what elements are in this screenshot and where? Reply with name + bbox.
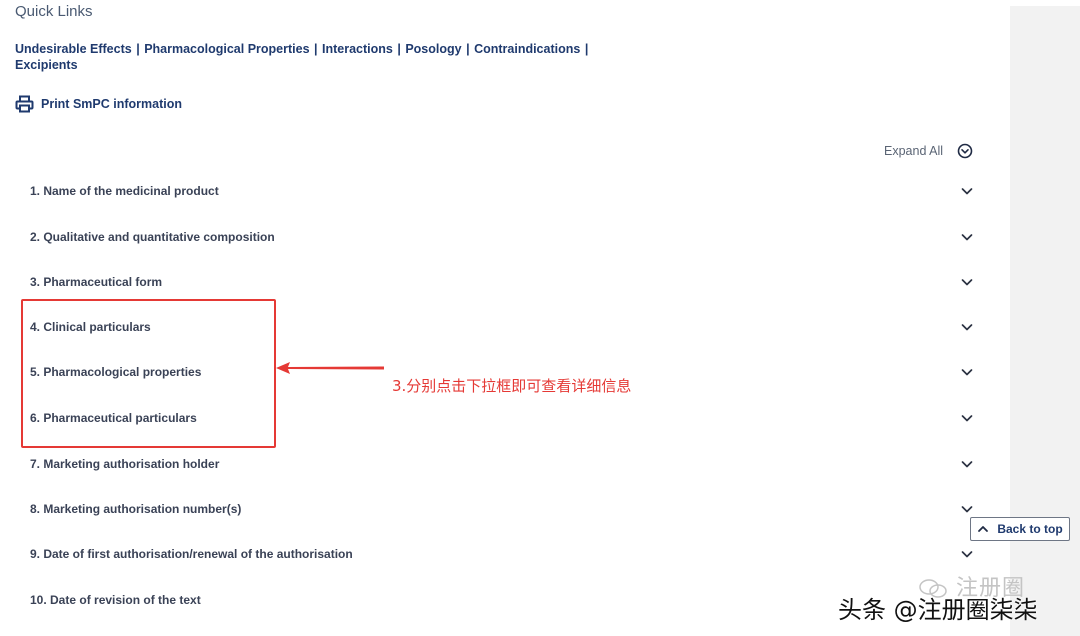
print-smpc-label: Print SmPC information (41, 97, 182, 111)
annotation-arrow-icon (276, 362, 384, 374)
section-label: 5. Pharmacological properties (30, 365, 202, 379)
section-label: 2. Qualitative and quantitative composit… (30, 230, 275, 244)
accordion-section-10[interactable]: 10. Date of revision of the text (30, 588, 975, 612)
quick-link-contraindications[interactable]: Contraindications (474, 42, 580, 56)
accordion-section-3[interactable]: 3. Pharmaceutical form (30, 270, 975, 294)
link-separator: | (314, 42, 318, 56)
right-side-panel (1010, 6, 1080, 636)
chevron-down-icon (961, 369, 973, 376)
print-smpc-button[interactable]: Print SmPC information (15, 95, 182, 113)
accordion-section-2[interactable]: 2. Qualitative and quantitative composit… (30, 225, 975, 249)
watermark-text: 头条 @注册圈柒柒 (838, 596, 1038, 624)
chevron-down-icon (961, 506, 973, 513)
link-separator: | (584, 42, 589, 56)
quick-link-pharmacological-properties[interactable]: Pharmacological Properties (144, 42, 309, 56)
accordion-section-6[interactable]: 6. Pharmaceutical particulars (30, 406, 975, 430)
accordion-section-1[interactable]: 1. Name of the medicinal product (30, 179, 975, 203)
link-separator: | (466, 42, 470, 56)
chevron-down-icon (961, 234, 973, 241)
section-label: 7. Marketing authorisation holder (30, 457, 220, 471)
expand-all-button[interactable]: Expand All (884, 143, 973, 159)
section-label: 3. Pharmaceutical form (30, 275, 163, 289)
quick-link-undesirable-effects[interactable]: Undesirable Effects (15, 42, 132, 56)
quick-links-list: Undesirable Effects | Pharmacological Pr… (15, 41, 590, 73)
chevron-up-icon (978, 526, 989, 532)
chevron-down-icon (961, 415, 973, 422)
section-label: 1. Name of the medicinal product (30, 184, 219, 198)
quick-link-posology[interactable]: Posology (405, 42, 461, 56)
accordion-section-7[interactable]: 7. Marketing authorisation holder (30, 452, 975, 476)
circle-chevron-down-icon (957, 143, 973, 159)
section-label: 4. Clinical particulars (30, 320, 151, 334)
annotation-text: 3.分别点击下拉框即可查看详细信息 (392, 377, 632, 395)
back-to-top-label: Back to top (997, 522, 1063, 536)
accordion-section-9[interactable]: 9. Date of first authorisation/renewal o… (30, 542, 975, 566)
back-to-top-button[interactable]: Back to top (970, 517, 1070, 541)
expand-all-label: Expand All (884, 144, 944, 158)
link-separator: | (397, 42, 401, 56)
chevron-down-icon (961, 461, 973, 468)
quick-link-interactions[interactable]: Interactions (322, 42, 393, 56)
section-label: 10. Date of revision of the text (30, 593, 201, 607)
chevron-down-icon (961, 324, 973, 331)
accordion-section-8[interactable]: 8. Marketing authorisation number(s) (30, 497, 975, 521)
section-label: 6. Pharmaceutical particulars (30, 411, 197, 425)
chevron-down-icon (961, 188, 973, 195)
chevron-down-icon (961, 279, 973, 286)
section-label: 9. Date of first authorisation/renewal o… (30, 547, 353, 561)
link-separator: | (136, 42, 140, 56)
section-label: 8. Marketing authorisation number(s) (30, 502, 242, 516)
accordion-section-4[interactable]: 4. Clinical particulars (30, 315, 975, 339)
printer-icon (15, 95, 34, 113)
quick-links-title: Quick Links (15, 3, 93, 20)
chevron-down-icon (961, 551, 973, 558)
quick-link-excipients[interactable]: Excipients (15, 58, 78, 72)
